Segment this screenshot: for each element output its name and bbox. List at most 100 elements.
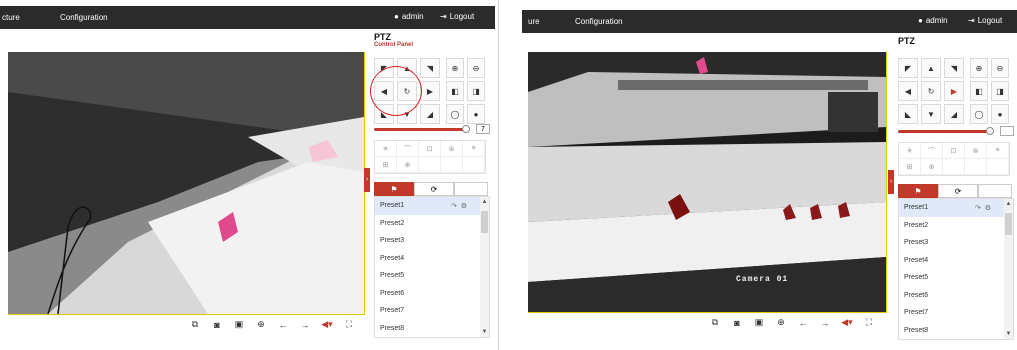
user-menu[interactable]: ● admin <box>394 12 424 21</box>
call-preset-icon[interactable]: ↷ <box>451 203 457 210</box>
zoom-in-button[interactable]: ⊕ <box>970 58 988 78</box>
logout-button[interactable]: ⇥ Logout <box>440 12 474 21</box>
scroll-up-icon[interactable]: ▲ <box>480 199 489 205</box>
auto-pan-button[interactable]: ↻ <box>921 81 941 101</box>
light-icon[interactable]: ✳ <box>375 141 397 157</box>
fullscreen-icon[interactable]: ⛶ <box>343 319 355 330</box>
tab-pattern[interactable] <box>978 184 1012 198</box>
tab-pattern[interactable] <box>454 182 488 196</box>
lens-init-icon[interactable]: ⊛ <box>441 141 463 157</box>
manual-track-icon[interactable]: ⊞ <box>375 157 397 173</box>
wiper-icon[interactable]: ⌒ <box>921 143 943 159</box>
tab-picture[interactable]: cture <box>2 13 20 22</box>
list-item[interactable]: Preset6 <box>375 285 489 303</box>
pan-down-button[interactable]: ▼ <box>921 104 941 124</box>
audio-icon[interactable]: ◀▾ <box>321 319 333 330</box>
menu-icon[interactable]: ≡ <box>463 141 485 157</box>
capture-icon[interactable]: ◙ <box>731 318 743 328</box>
pan-downright-button[interactable]: ◢ <box>420 104 440 124</box>
iris-open-button[interactable]: ◯ <box>970 104 988 124</box>
manual-track-icon[interactable]: ⊞ <box>899 159 921 175</box>
list-item[interactable]: Preset2 <box>899 217 1013 235</box>
live-video-view[interactable]: Camera 01 <box>528 52 886 312</box>
focus-assist-icon[interactable]: ⊡ <box>943 143 965 159</box>
list-item[interactable]: Preset8 <box>899 322 1013 340</box>
list-item[interactable]: Preset1 ↷ ⚙ <box>899 199 1013 217</box>
tab-preset[interactable]: ⚑ <box>898 184 938 198</box>
menu-icon[interactable]: ≡ <box>987 143 1009 159</box>
zoom-out-button[interactable]: ⊖ <box>991 58 1009 78</box>
lens-init-icon[interactable]: ⊛ <box>965 143 987 159</box>
list-item[interactable]: Preset6 <box>899 287 1013 305</box>
pan-upright-button[interactable]: ◥ <box>420 58 440 78</box>
window-division-icon[interactable]: ⧉ <box>709 317 721 328</box>
list-item[interactable]: Preset7 <box>375 302 489 320</box>
tab-patrol[interactable]: ⟳ <box>414 182 454 196</box>
iris-open-button[interactable]: ◯ <box>446 104 464 124</box>
tab-picture[interactable]: ure <box>528 17 540 26</box>
audio-icon[interactable]: ◀▾ <box>841 317 853 328</box>
pan-upleft-button[interactable]: ◤ <box>898 58 918 78</box>
scroll-down-icon[interactable]: ▼ <box>480 329 489 335</box>
previous-icon[interactable]: ← <box>797 318 809 328</box>
focus-near-button[interactable]: ◧ <box>970 81 988 101</box>
scroll-down-icon[interactable]: ▼ <box>1004 331 1013 337</box>
iris-close-button[interactable]: ● <box>991 104 1009 124</box>
window-division-icon[interactable]: ⧉ <box>189 319 201 330</box>
next-icon[interactable]: → <box>819 318 831 328</box>
list-item[interactable]: Preset3 <box>375 232 489 250</box>
pan-downright-button[interactable]: ◢ <box>944 104 964 124</box>
user-menu[interactable]: ● admin <box>918 16 948 25</box>
list-item[interactable]: Preset5 <box>375 267 489 285</box>
tab-configuration[interactable]: Configuration <box>575 17 623 26</box>
zoom-in-button[interactable]: ⊕ <box>446 58 464 78</box>
iris-close-button[interactable]: ● <box>467 104 485 124</box>
next-icon[interactable]: → <box>299 320 311 330</box>
record-icon[interactable]: ▣ <box>233 319 245 330</box>
capture-icon[interactable]: ◙ <box>211 320 223 330</box>
live-video-view[interactable]: Camera 01 <box>8 52 364 314</box>
zoom-3d-icon[interactable]: ⊕ <box>397 157 419 173</box>
set-preset-icon[interactable]: ⚙ <box>461 203 467 210</box>
tab-configuration[interactable]: Configuration <box>60 13 108 22</box>
tab-preset[interactable]: ⚑ <box>374 182 414 196</box>
list-item[interactable]: Preset2 <box>375 215 489 233</box>
fullscreen-icon[interactable]: ⛶ <box>863 317 875 328</box>
record-icon[interactable]: ▣ <box>753 317 765 328</box>
scroll-up-icon[interactable]: ▲ <box>1004 201 1013 207</box>
list-item[interactable]: Preset3 <box>899 234 1013 252</box>
pan-right-button[interactable]: ▶ <box>420 81 440 101</box>
list-item[interactable]: Preset5 <box>899 269 1013 287</box>
list-item[interactable]: Preset8 <box>375 320 489 338</box>
call-preset-icon[interactable]: ↷ <box>975 205 981 212</box>
list-item[interactable]: Preset1 ↷ ⚙ <box>375 197 489 215</box>
ptz-speed-slider[interactable] <box>374 128 466 131</box>
pan-right-button[interactable]: ▶ <box>944 81 964 101</box>
set-preset-icon[interactable]: ⚙ <box>985 205 991 212</box>
pan-left-button[interactable]: ◀ <box>898 81 918 101</box>
pan-up-button[interactable]: ▲ <box>921 58 941 78</box>
digital-zoom-icon[interactable]: ⊕ <box>775 317 787 328</box>
collapse-ptz-button[interactable]: › <box>364 168 370 192</box>
list-item[interactable]: Preset4 <box>375 250 489 268</box>
ptz-speed-slider-knob[interactable] <box>986 127 994 135</box>
digital-zoom-icon[interactable]: ⊕ <box>255 319 267 330</box>
ptz-speed-slider[interactable] <box>898 130 990 133</box>
preset-scrollbar[interactable]: ▲ ▼ <box>1004 199 1013 339</box>
tab-patrol[interactable]: ⟳ <box>938 184 978 198</box>
ptz-speed-slider-knob[interactable] <box>462 125 470 133</box>
preset-actions[interactable]: ↷ ⚙ <box>451 202 467 210</box>
focus-far-button[interactable]: ◨ <box>467 81 485 101</box>
pan-downleft-button[interactable]: ◣ <box>898 104 918 124</box>
pan-upright-button[interactable]: ◥ <box>944 58 964 78</box>
light-icon[interactable]: ✳ <box>899 143 921 159</box>
previous-icon[interactable]: ← <box>277 320 289 330</box>
list-item[interactable]: Preset4 <box>899 252 1013 270</box>
logout-button[interactable]: ⇥ Logout <box>968 16 1002 25</box>
zoom-out-button[interactable]: ⊖ <box>467 58 485 78</box>
collapse-ptz-button[interactable]: › <box>888 170 894 194</box>
list-item[interactable]: Preset7 <box>899 304 1013 322</box>
wiper-icon[interactable]: ⌒ <box>397 141 419 157</box>
focus-far-button[interactable]: ◨ <box>991 81 1009 101</box>
zoom-3d-icon[interactable]: ⊕ <box>921 159 943 175</box>
